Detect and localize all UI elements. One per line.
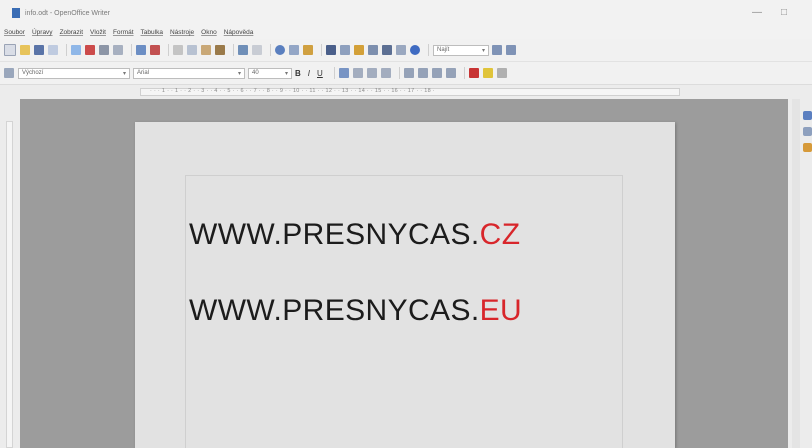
menu-edit[interactable]: Úpravy [32, 29, 53, 36]
standard-toolbar: Najít ▾ [0, 39, 812, 62]
help-icon[interactable] [410, 45, 420, 55]
separator [333, 67, 335, 79]
decrease-indent-icon[interactable] [431, 68, 442, 78]
font-name-select[interactable]: Arial ▾ [133, 67, 245, 79]
maximize-button[interactable]: □ [781, 7, 787, 18]
line-2-prefix: WWW.PRESNYCAS. [189, 294, 480, 327]
gallery-icon[interactable] [354, 45, 364, 55]
align-center-icon[interactable] [352, 68, 363, 78]
menu-view[interactable]: Zobrazit [60, 29, 83, 36]
vertical-ruler-track [6, 121, 13, 448]
save-icon[interactable] [34, 45, 44, 55]
title-bar: info.odt - OpenOffice Writer — □ [0, 0, 812, 26]
underline-button[interactable]: U [317, 69, 323, 78]
separator [66, 44, 67, 56]
font-size-select[interactable]: 40 ▾ [248, 67, 292, 79]
undo-icon[interactable] [238, 45, 248, 55]
writer-app-icon [12, 8, 20, 18]
formatting-toolbar: Výchozí ▾ Arial ▾ 40 ▾ B I U [0, 62, 812, 85]
window-title: info.odt - OpenOffice Writer [25, 9, 110, 17]
redo-icon[interactable] [252, 45, 262, 55]
datasource-icon[interactable] [368, 45, 378, 55]
menu-bar: Soubor Úpravy Zobrazit Vložit Formát Tab… [0, 26, 812, 39]
italic-button[interactable]: I [308, 69, 310, 78]
autospell-icon[interactable] [150, 45, 160, 55]
copy-icon[interactable] [187, 45, 197, 55]
paragraph-style-value: Výchozí [22, 70, 44, 76]
preview-icon[interactable] [113, 45, 123, 55]
chevron-down-icon: ▾ [122, 70, 126, 77]
nonprinting-icon[interactable] [382, 45, 392, 55]
cut-icon[interactable] [173, 45, 183, 55]
properties-icon[interactable] [803, 111, 812, 120]
vertical-ruler[interactable] [0, 99, 20, 448]
menu-file[interactable]: Soubor [4, 29, 25, 36]
menu-insert[interactable]: Vložit [90, 29, 106, 36]
spellcheck-icon[interactable] [136, 45, 146, 55]
separator [321, 44, 322, 56]
email-icon[interactable] [48, 45, 58, 55]
print-icon[interactable] [99, 45, 109, 55]
ruler-marks: · · · 1 · · 1 · · 2 · · 3 · · 4 · · 5 · … [150, 88, 435, 94]
paste-icon[interactable] [201, 45, 211, 55]
chevron-down-icon: ▾ [237, 70, 241, 77]
horizontal-ruler[interactable]: · · · 1 · · 1 · · 2 · · 3 · · 4 · · 5 · … [0, 85, 812, 99]
separator [398, 67, 400, 79]
find-previous-icon[interactable] [506, 45, 516, 55]
paragraph-style-select[interactable]: Výchozí ▾ [18, 67, 130, 79]
separator [270, 44, 271, 56]
document-line-1[interactable]: WWW.PRESNYCAS.CZ [189, 218, 520, 252]
separator [428, 44, 429, 56]
zoom-icon[interactable] [396, 45, 406, 55]
menu-tools[interactable]: Nástroje [170, 29, 194, 36]
format-paint-icon[interactable] [215, 45, 225, 55]
gallery-panel-icon[interactable] [803, 143, 812, 152]
pdf-icon[interactable] [85, 45, 95, 55]
separator [131, 44, 132, 56]
separator [168, 44, 169, 56]
table-icon[interactable] [289, 45, 299, 55]
open-icon[interactable] [20, 45, 30, 55]
document-page[interactable]: WWW.PRESNYCAS.CZ WWW.PRESNYCAS.EU [135, 122, 675, 448]
document-workspace: WWW.PRESNYCAS.CZ WWW.PRESNYCAS.EU [20, 99, 788, 448]
minimize-button[interactable]: — [752, 7, 762, 18]
new-icon[interactable] [4, 44, 16, 56]
find-next-icon[interactable] [492, 45, 502, 55]
align-right-icon[interactable] [366, 68, 377, 78]
hyperlink-icon[interactable] [275, 45, 285, 55]
separator [233, 44, 234, 56]
styles-panel-icon[interactable] [803, 127, 812, 136]
find-replace-icon[interactable] [326, 45, 336, 55]
separator [463, 67, 465, 79]
highlight-icon[interactable] [482, 68, 493, 78]
vertical-scrollbar[interactable] [792, 99, 800, 448]
menu-window[interactable]: Okno [201, 29, 217, 36]
font-color-icon[interactable] [468, 68, 479, 78]
right-sidebar [788, 85, 812, 448]
font-name-value: Arial [137, 70, 150, 76]
background-color-icon[interactable] [496, 68, 507, 78]
bold-button[interactable]: B [295, 69, 301, 78]
font-size-value: 40 [252, 70, 259, 76]
line-2-suffix: EU [479, 294, 523, 327]
find-combobox[interactable]: Najít ▾ [433, 44, 489, 56]
menu-table[interactable]: Tabulka [141, 29, 163, 36]
justify-icon[interactable] [380, 68, 391, 78]
document-line-2[interactable]: WWW.PRESNYCAS.EU [189, 294, 522, 328]
edit-file-icon[interactable] [71, 45, 81, 55]
styles-icon[interactable] [4, 68, 14, 78]
line-1-suffix: CZ [479, 218, 521, 251]
navigator-icon[interactable] [340, 45, 350, 55]
chevron-down-icon: ▾ [284, 70, 288, 77]
menu-format[interactable]: Formát [113, 29, 134, 36]
line-1-prefix: WWW.PRESNYCAS. [189, 218, 480, 251]
draw-icon[interactable] [303, 45, 313, 55]
numbering-icon[interactable] [403, 68, 414, 78]
align-left-icon[interactable] [338, 68, 349, 78]
chevron-down-icon: ▾ [481, 47, 485, 54]
find-placeholder: Najít [437, 47, 450, 53]
bullets-icon[interactable] [417, 68, 428, 78]
increase-indent-icon[interactable] [445, 68, 456, 78]
menu-help[interactable]: Nápověda [224, 29, 254, 36]
